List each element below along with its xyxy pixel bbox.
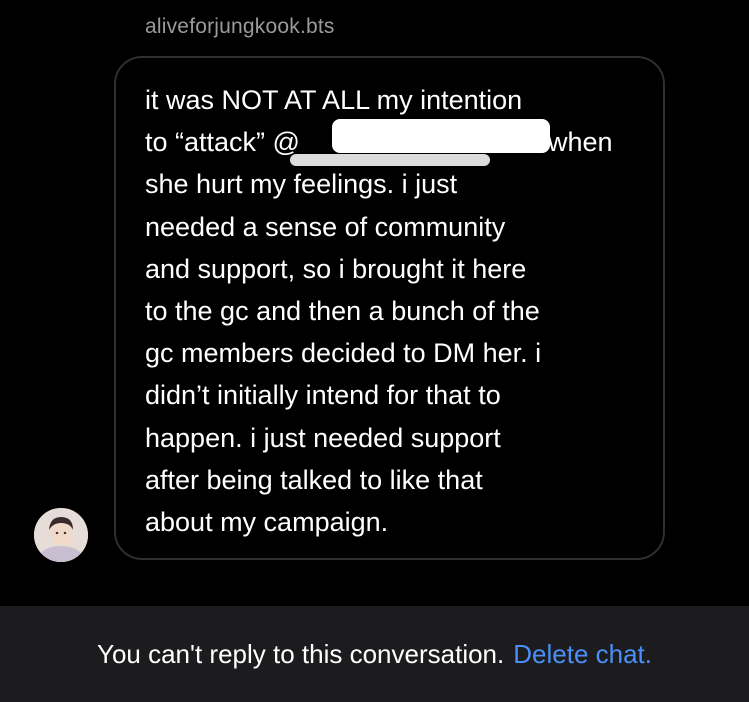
message-line: it was NOT AT ALL my intention: [145, 85, 523, 115]
message-line: about my campaign.: [145, 507, 389, 538]
message-line: gc members decided to DM her. i: [145, 338, 542, 369]
sender-username[interactable]: aliveforjungkook.bts: [145, 15, 335, 39]
message-line: needed a sense of community: [145, 211, 506, 242]
sender-avatar[interactable]: [34, 508, 88, 562]
message-line-part: to “attack” @: [145, 127, 300, 158]
delete-chat-link[interactable]: Delete chat.: [513, 639, 652, 670]
message-line: she hurt my feelings. i just: [145, 169, 458, 200]
message-line: happen. i just needed support: [145, 422, 501, 453]
user-avatar-photo-icon: [34, 508, 88, 562]
message-line: didn’t initially intend for that to: [145, 380, 501, 411]
message-line: to the gc and then a bunch of the: [145, 296, 540, 327]
reply-disabled-footer: You can't reply to this conversation. De…: [0, 606, 749, 702]
redaction-mark: [332, 119, 550, 153]
redaction-mark: [290, 154, 490, 166]
message-line: after being talked to like that: [145, 464, 483, 495]
reply-disabled-notice: You can't reply to this conversation.: [97, 638, 505, 669]
message-line: and support, so i brought it here: [145, 253, 527, 284]
